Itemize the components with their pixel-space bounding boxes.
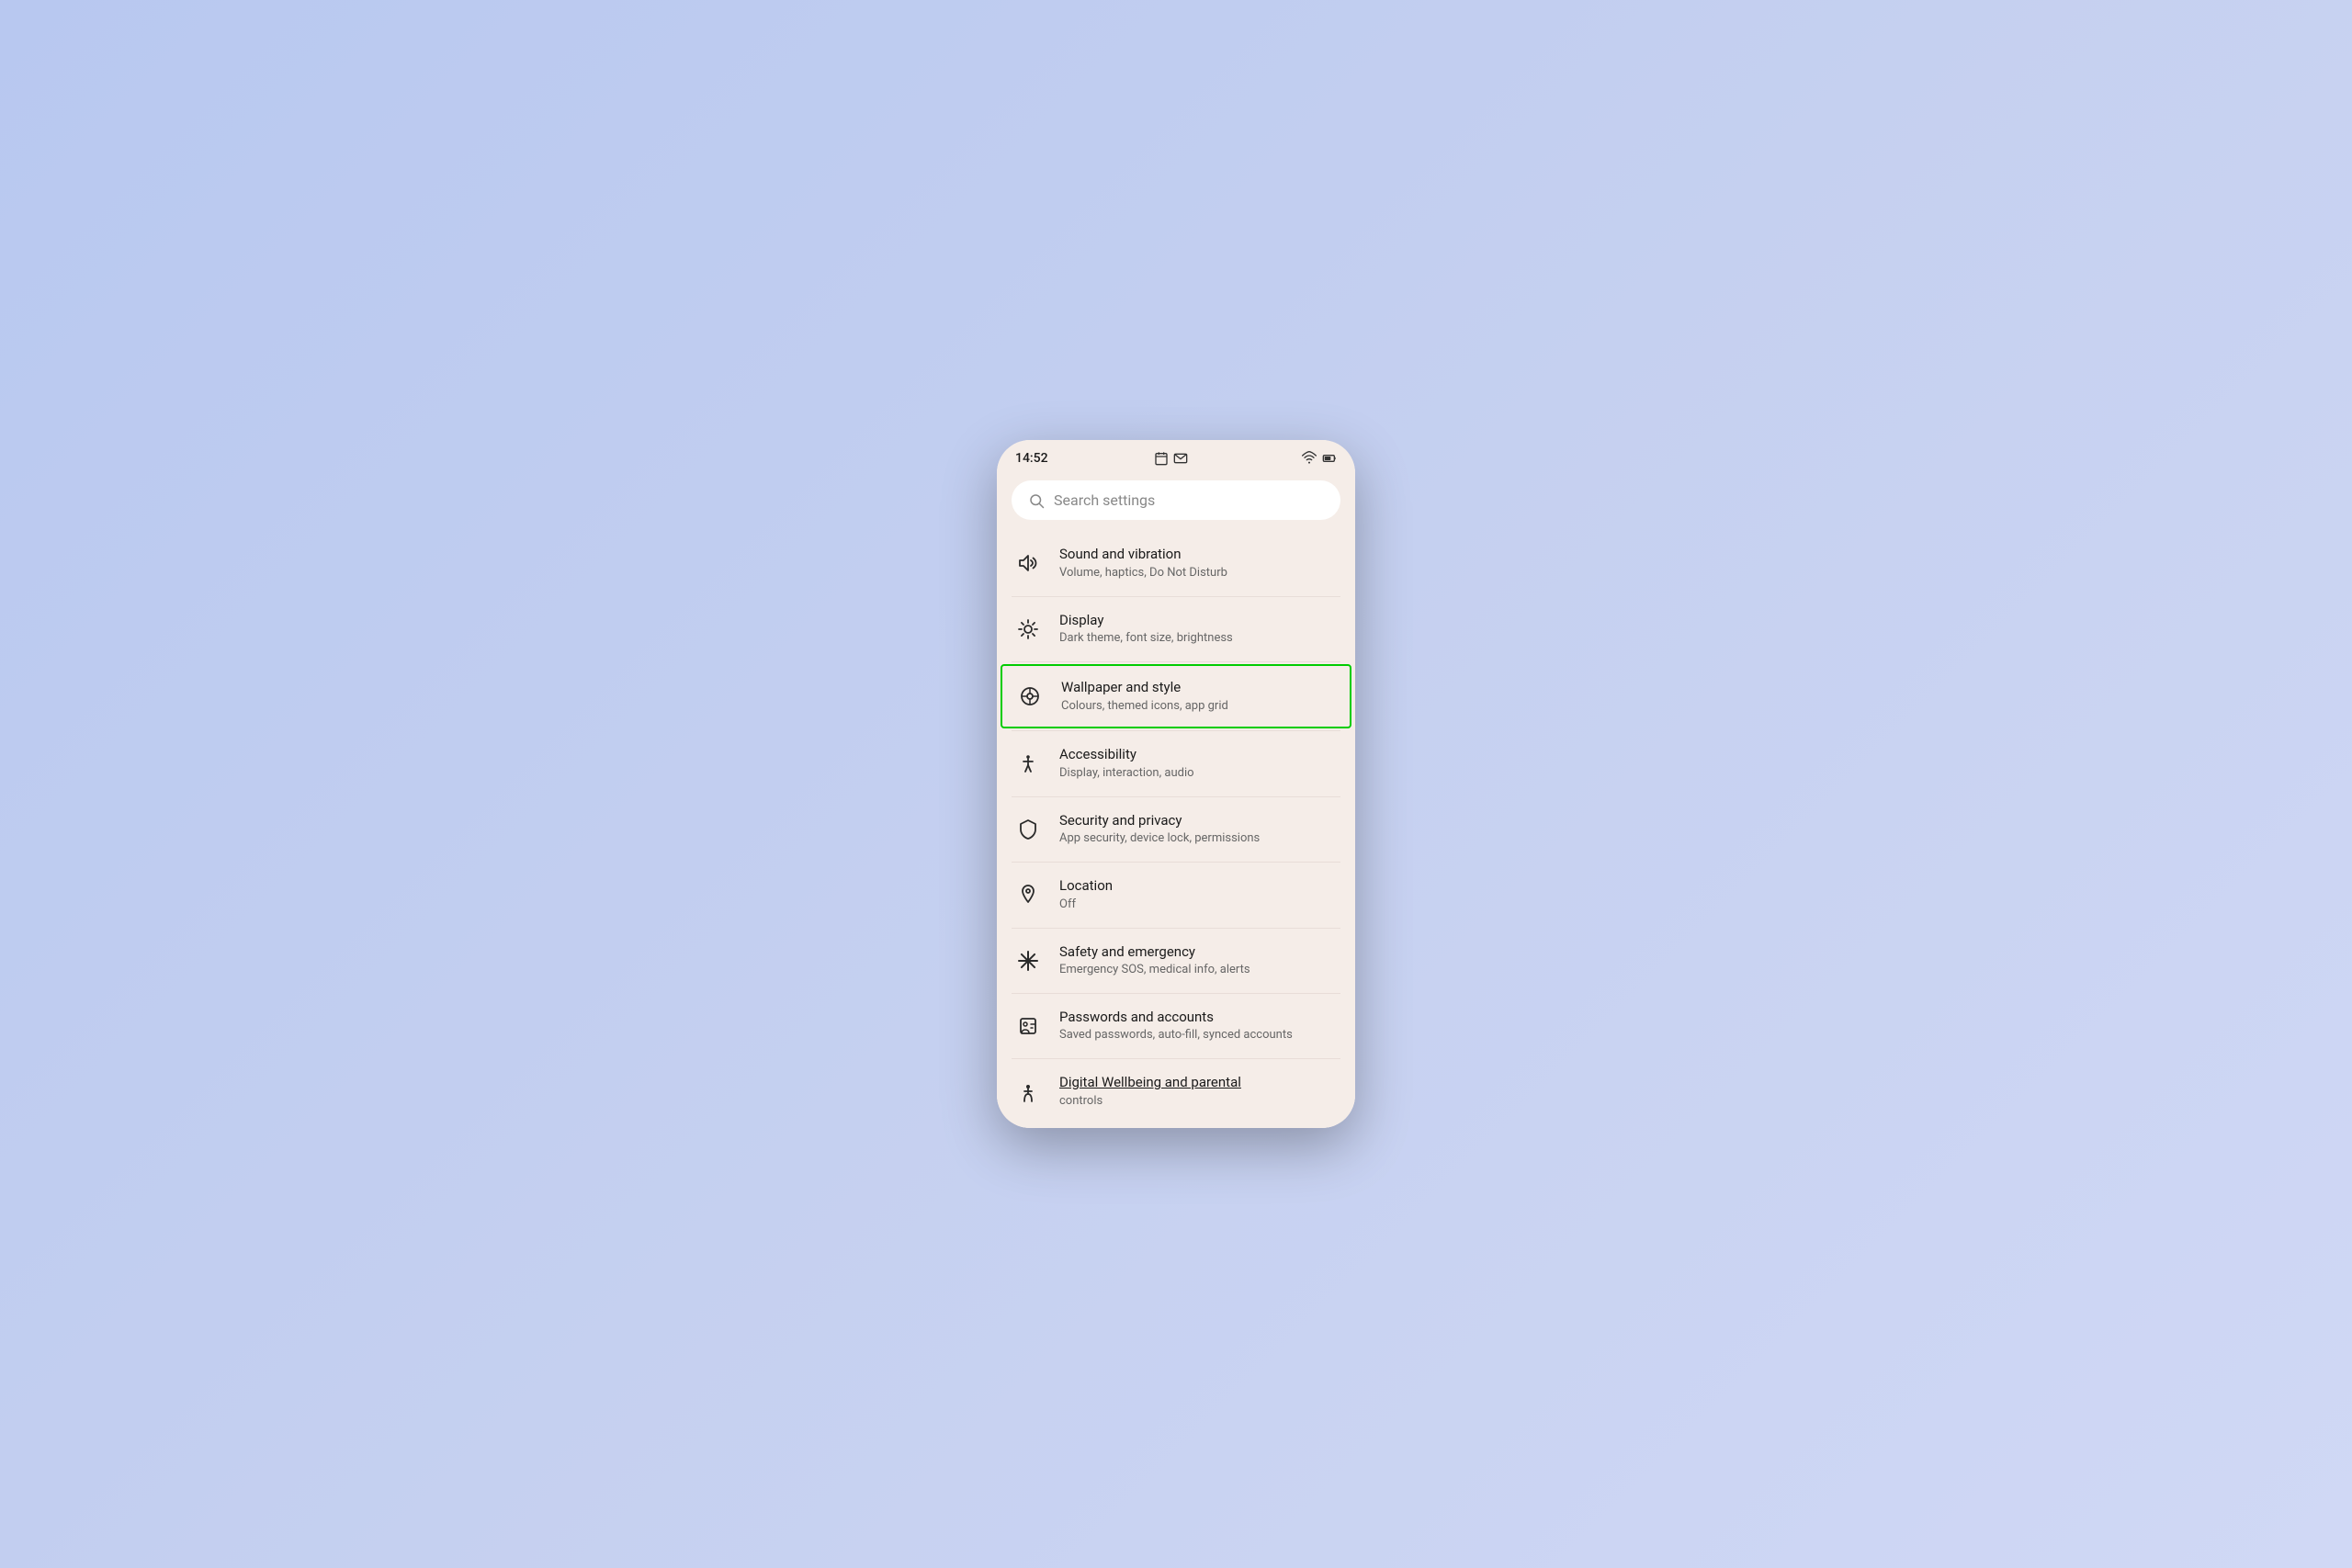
wellbeing-item-text: Digital Wellbeing and parental controls [1059,1074,1337,1109]
settings-item-wallpaper[interactable]: Wallpaper and style Colours, themed icon… [1001,664,1351,728]
search-bar-container: Search settings [997,473,1355,531]
wallpaper-item-text: Wallpaper and style Colours, themed icon… [1061,679,1335,714]
system-icons [1302,451,1337,466]
wallpaper-subtitle: Colours, themed icons, app grid [1061,699,1335,715]
security-title: Security and privacy [1059,812,1337,830]
safety-title: Safety and emergency [1059,943,1337,962]
security-icon [1015,817,1041,842]
location-icon [1015,882,1041,908]
search-placeholder: Search settings [1054,491,1324,509]
settings-item-safety[interactable]: Safety and emergency Emergency SOS, medi… [997,929,1355,993]
accessibility-item-text: Accessibility Display, interaction, audi… [1059,746,1337,781]
safety-subtitle: Emergency SOS, medical info, alerts [1059,963,1337,978]
safety-item-text: Safety and emergency Emergency SOS, medi… [1059,943,1337,978]
safety-icon [1015,948,1041,974]
search-icon [1028,492,1045,509]
passwords-title: Passwords and accounts [1059,1009,1337,1027]
wellbeing-subtitle: controls [1059,1094,1337,1110]
accessibility-icon [1015,751,1041,777]
sound-icon [1015,550,1041,576]
wallpaper-icon [1017,683,1043,709]
passwords-icon [1015,1013,1041,1039]
accessibility-subtitle: Display, interaction, audio [1059,766,1337,782]
passwords-subtitle: Saved passwords, auto-fill, synced accou… [1059,1028,1337,1043]
calendar-icon [1154,451,1169,466]
settings-list: Sound and vibration Volume, haptics, Do … [997,531,1355,1128]
settings-item-accessibility[interactable]: Accessibility Display, interaction, audi… [997,731,1355,795]
settings-item-wellbeing[interactable]: Digital Wellbeing and parental controls [997,1059,1355,1127]
location-subtitle: Off [1059,897,1337,913]
settings-item-sound[interactable]: Sound and vibration Volume, haptics, Do … [997,531,1355,595]
sound-title: Sound and vibration [1059,546,1337,564]
display-item-text: Display Dark theme, font size, brightnes… [1059,612,1337,647]
settings-item-display[interactable]: Display Dark theme, font size, brightnes… [997,597,1355,661]
sound-subtitle: Volume, haptics, Do Not Disturb [1059,566,1337,581]
location-item-text: Location Off [1059,877,1337,912]
notification-icons [1154,451,1188,466]
wellbeing-title: Digital Wellbeing and parental [1059,1074,1337,1092]
search-bar[interactable]: Search settings [1012,480,1340,520]
divider-2 [1012,661,1340,662]
security-subtitle: App security, device lock, permissions [1059,831,1337,847]
security-item-text: Security and privacy App security, devic… [1059,812,1337,847]
phone-frame: 14:52 [997,440,1355,1128]
passwords-item-text: Passwords and accounts Saved passwords, … [1059,1009,1337,1043]
sound-item-text: Sound and vibration Volume, haptics, Do … [1059,546,1337,581]
accessibility-title: Accessibility [1059,746,1337,764]
display-icon [1015,616,1041,642]
battery-icon [1322,451,1337,466]
wallpaper-title: Wallpaper and style [1061,679,1335,697]
settings-item-location[interactable]: Location Off [997,863,1355,927]
display-subtitle: Dark theme, font size, brightness [1059,631,1337,647]
mail-icon [1173,451,1188,466]
wifi-icon [1302,451,1317,466]
location-title: Location [1059,877,1337,896]
status-time: 14:52 [1015,451,1048,466]
wellbeing-icon [1015,1079,1041,1105]
settings-item-passwords[interactable]: Passwords and accounts Saved passwords, … [997,994,1355,1058]
status-bar: 14:52 [997,440,1355,473]
settings-item-security[interactable]: Security and privacy App security, devic… [997,797,1355,862]
display-title: Display [1059,612,1337,630]
